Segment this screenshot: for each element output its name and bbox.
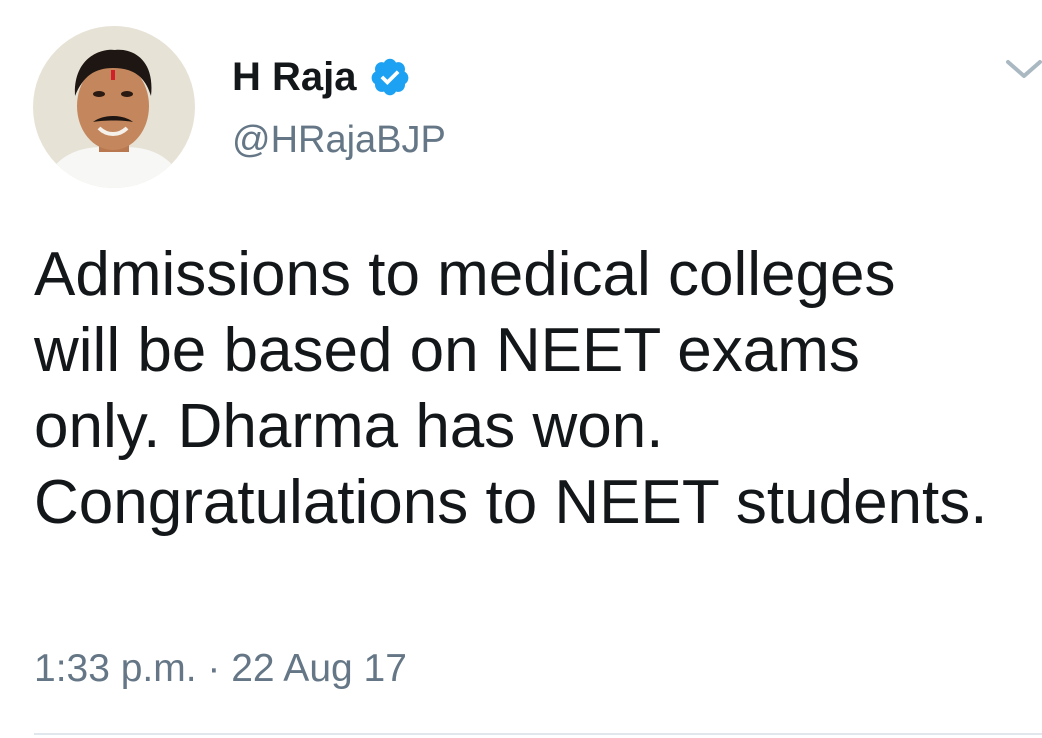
author-name-row: H Raja xyxy=(232,52,411,102)
tweet-timestamp[interactable]: 1:33 p.m. · 22 Aug 17 xyxy=(34,645,407,693)
chevron-down-icon[interactable] xyxy=(1000,52,1042,88)
avatar-image xyxy=(33,26,195,188)
verified-badge-icon xyxy=(369,56,411,98)
author-display-name[interactable]: H Raja xyxy=(232,52,357,102)
divider xyxy=(34,733,1042,735)
author-avatar[interactable] xyxy=(33,26,195,188)
tweet-text: Admissions to medical colleges will be b… xyxy=(34,240,988,537)
author-handle[interactable]: @HRajaBJP xyxy=(232,116,446,164)
